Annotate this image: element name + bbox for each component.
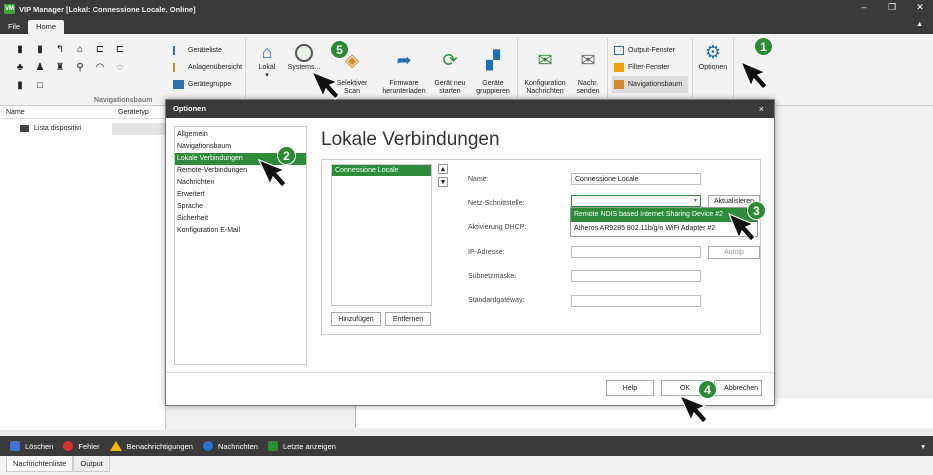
step-badge-5: 5 bbox=[330, 40, 349, 59]
step-badge-4: 4 bbox=[698, 380, 717, 399]
step-badge-3: 3 bbox=[747, 201, 766, 220]
step-badge-1: 1 bbox=[754, 37, 773, 56]
arrow-step-4 bbox=[678, 394, 708, 424]
arrow-step-5 bbox=[310, 70, 340, 100]
step-badge-2: 2 bbox=[277, 146, 296, 165]
annotation-arrows bbox=[257, 60, 768, 424]
arrow-step-1 bbox=[739, 60, 768, 90]
